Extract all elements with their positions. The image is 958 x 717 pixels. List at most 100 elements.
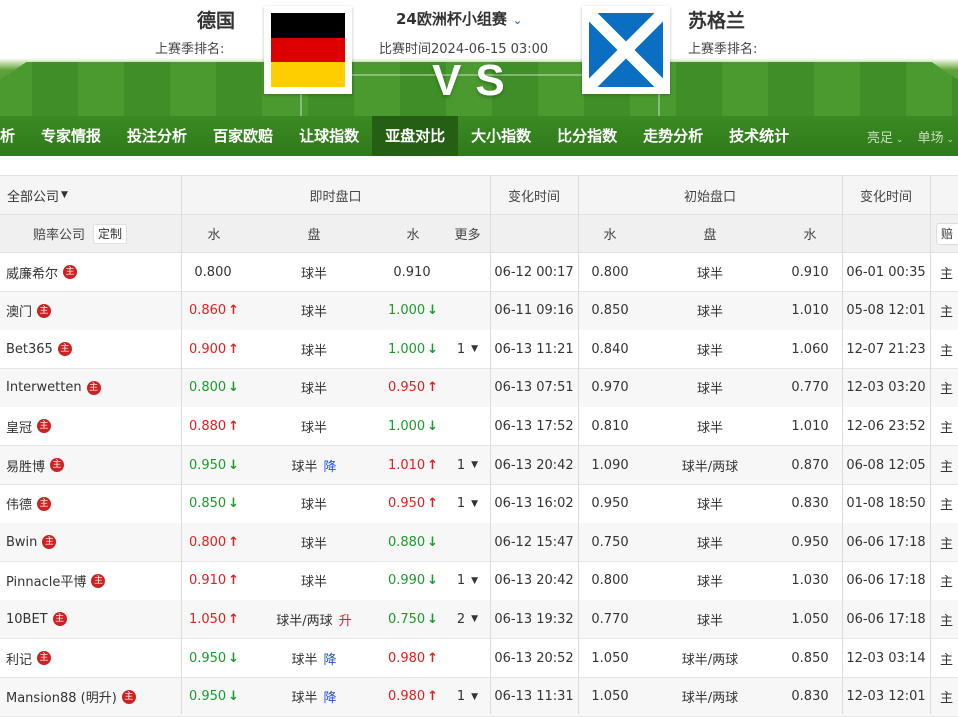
table-row[interactable]: 威廉希尔主 0.800 球半 0.910 06-12 00:17 0.800 球半 0.910…	[0, 253, 958, 292]
home-badge-icon: 主	[57, 342, 72, 357]
company-cell[interactable]: Bet365 主	[0, 330, 181, 368]
league-selector[interactable]: 24欧洲杯小组赛 ⌄	[396, 8, 522, 29]
company-cell[interactable]: 易胜博主	[0, 446, 181, 484]
live-water-home: 0.880 ↑	[181, 407, 247, 445]
table-row[interactable]: 澳门主 0.860 ↑ 球半 1.000 ↓ 06-11 09:16 0.850 球半 1.010…	[0, 291, 958, 331]
more-dropdown[interactable]: 2 ▼	[445, 600, 490, 638]
more-dropdown[interactable]	[445, 253, 490, 291]
handicap-value: 球半	[300, 305, 327, 321]
live-water-away: 0.750 ↓	[381, 600, 445, 638]
more-dropdown[interactable]	[445, 407, 490, 445]
table-row[interactable]: Bwin 主 0.800 ↑ 球半 0.880 ↓ 06-12 15:47 0.750 球半 0.9…	[0, 523, 958, 563]
arrow-down-icon: ↓	[427, 611, 439, 627]
all-companies-dropdown[interactable]: 全部公司 ▼	[0, 176, 181, 214]
init-water-away: 1.010	[791, 418, 829, 434]
init-water-home: 0.810	[591, 418, 629, 434]
init-handicap: 球半/两球	[681, 691, 739, 707]
table-row[interactable]: 易胜博主 0.950 ↓ 球半降 1.010 ↑ 1 ▼ 06-13 20:42 1.090 球半/…	[0, 446, 958, 485]
init-water-home: 0.800	[591, 573, 629, 589]
company-cell[interactable]: Mansion88 (明升) 主	[0, 678, 181, 716]
more-dropdown[interactable]: 1 ▼	[445, 446, 490, 484]
company-cell[interactable]: 利记主	[0, 639, 181, 677]
init-handicap: 球半	[696, 305, 723, 321]
nav-tab[interactable]: 百家欧赔	[200, 116, 286, 156]
arrow-down-icon: ↓	[228, 689, 240, 705]
water-value: 1.050	[188, 611, 227, 627]
more-dropdown[interactable]: 1 ▼	[445, 485, 490, 523]
home-badge-icon: 主	[86, 380, 101, 395]
init-change-time: 06-06 17:18	[846, 573, 926, 589]
cutoff-select[interactable]: 赔	[936, 223, 958, 245]
water-value: 0.950	[188, 650, 227, 666]
scotland-flag-icon[interactable]	[582, 6, 670, 94]
nav-select-label: 亮足	[866, 130, 893, 146]
init-water-away: 0.950	[791, 534, 829, 550]
home-team-name[interactable]: 德国	[197, 6, 235, 33]
more-dropdown[interactable]	[445, 292, 490, 330]
table-row[interactable]: Interwetten 主 0.800 ↓ 球半 0.950 ↑ 06-13 07:51 0.9…	[0, 368, 958, 408]
arrow-down-icon: ↓	[228, 496, 240, 512]
change-time-header-2: 变化时间	[859, 189, 912, 205]
live-water-home: 0.850 ↓	[181, 485, 247, 523]
handicap-change-tag: 降	[323, 652, 337, 668]
custom-button[interactable]: 定制	[93, 223, 128, 244]
nav-tab[interactable]: 投注分析	[114, 116, 200, 156]
init-water-home: 1.050	[591, 650, 629, 666]
init-water-home: 0.770	[591, 611, 629, 627]
table-row[interactable]: 10BET 主 1.050 ↑ 球半/两球升 0.750 ↓ 2 ▼ 06-13 19:32 0.7…	[0, 600, 958, 640]
nav-select-dropdown[interactable]: 单场 ⌄	[917, 127, 954, 146]
live-water-home: 0.800 ↓	[181, 369, 247, 407]
home-badge-icon: 主	[63, 265, 78, 279]
live-handicap: 球半	[247, 369, 381, 407]
init-handicap-header: 盘	[703, 228, 717, 243]
init-change-time: 12-03 12:01	[846, 689, 926, 705]
nav-tab[interactable]: 走势分析	[630, 116, 716, 156]
nav-tab[interactable]: 比分指数	[544, 116, 630, 156]
water-value: 0.800	[188, 534, 227, 550]
handicap-value: 球半	[300, 343, 327, 359]
more-dropdown[interactable]: 1 ▼	[445, 562, 490, 600]
handicap-header: 盘	[307, 228, 321, 243]
nav-tab[interactable]: 专家情报	[28, 116, 114, 156]
nav-tab[interactable]: 技术统计	[716, 116, 802, 156]
table-row[interactable]: 皇冠主 0.880 ↑ 球半 1.000 ↓ 06-13 17:52 0.810 球半 1.010…	[0, 407, 958, 447]
company-cell[interactable]: 10BET 主	[0, 600, 181, 638]
table-row[interactable]: Mansion88 (明升) 主 0.950 ↓ 球半降 0.980 ↑ 1 ▼ 06-13 11…	[0, 677, 958, 717]
company-cell[interactable]: Interwetten 主	[0, 369, 181, 407]
germany-flag-icon[interactable]	[264, 6, 352, 94]
init-water-away: 0.850	[791, 650, 829, 666]
table-row[interactable]: Bet365 主 0.900 ↑ 球半 1.000 ↓ 1 ▼ 06-13 11:21 0.840 球…	[0, 330, 958, 370]
more-dropdown[interactable]: 1 ▼	[445, 330, 490, 368]
nav-tab[interactable]: 亚盘对比	[372, 116, 459, 156]
more-dropdown[interactable]: 1 ▼	[445, 678, 490, 716]
company-cell[interactable]: 澳门主	[0, 292, 181, 330]
company-cell[interactable]: 伟德主	[0, 485, 181, 523]
more-dropdown[interactable]	[445, 369, 490, 407]
nav-select-dropdown[interactable]: 亮足 ⌄	[867, 127, 904, 146]
nav-tab[interactable]: 析	[0, 116, 28, 156]
more-dropdown[interactable]	[445, 639, 490, 677]
company-cell[interactable]: 皇冠主	[0, 407, 181, 445]
company-cell[interactable]: 威廉希尔主	[0, 253, 181, 291]
away-team-name[interactable]: 苏格兰	[688, 6, 745, 33]
table-row[interactable]: 伟德主 0.850 ↓ 球半 0.950 ↑ 1 ▼ 06-13 16:02 0.950 球半 0.8…	[0, 484, 958, 524]
table-row[interactable]: 利记主 0.950 ↓ 球半降 0.980 ↑ 06-13 20:52 1.050 球半/两球 0…	[0, 639, 958, 678]
dropdown-triangle-icon: ▼	[471, 344, 479, 355]
table-row[interactable]: Pinnacle平博主 0.910 ↑ 球半 0.990 ↓ 1 ▼ 06-13 20:42 0.…	[0, 561, 958, 601]
change-time: 06-13 20:42	[494, 573, 574, 589]
col-divider	[578, 175, 579, 714]
more-dropdown[interactable]	[445, 523, 490, 561]
nav-tab[interactable]: 大小指数	[458, 116, 544, 156]
company-cell[interactable]: Bwin 主	[0, 523, 181, 561]
init-change-time: 12-03 03:20	[846, 380, 926, 396]
company-cell[interactable]: Pinnacle平博主	[0, 562, 181, 600]
nav-tab[interactable]: 让球指数	[286, 116, 372, 156]
change-time: 06-13 17:52	[494, 418, 574, 434]
company-name: 皇冠	[6, 420, 33, 436]
home-team-rank: 上赛季排名:	[155, 42, 225, 57]
water-value: 0.750	[387, 611, 426, 627]
live-water-away: 1.000 ↓	[381, 292, 445, 330]
water-value: 0.900	[188, 341, 227, 357]
live-water-away: 0.950 ↑	[381, 485, 445, 523]
arrow-up-icon: ↑	[427, 457, 439, 473]
